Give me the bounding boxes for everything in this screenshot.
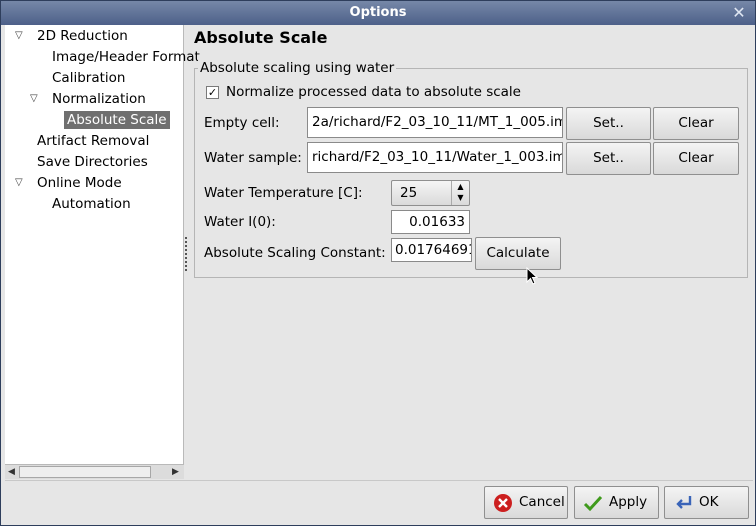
splitter-handle[interactable] [185,237,188,271]
empty-cell-label: Empty cell: [204,115,280,131]
scaling-constant-field[interactable]: 0.01764691 [391,238,472,262]
tree-item-label: Calibration [52,70,126,86]
apply-label: Apply [609,494,648,510]
expand-icon[interactable]: ▽ [30,93,42,105]
expand-icon[interactable]: ▽ [15,30,27,42]
page-title: Absolute Scale [194,28,328,47]
spin-up-icon[interactable]: ▲ [452,181,469,192]
scroll-right-icon[interactable]: ▶ [169,465,182,479]
empty-cell-clear-button[interactable]: Clear [653,107,739,140]
tree-item-automation[interactable]: Automation [52,194,131,214]
tree-item-image-header-format[interactable]: Image/Header Format [52,47,200,67]
calculate-button[interactable]: Calculate [475,237,561,270]
window-title: Options [349,5,407,20]
normalize-checkbox[interactable]: ✓ [206,86,219,99]
title-bar[interactable]: Options ✕ [1,1,755,25]
empty-cell-field[interactable]: 2a/richard/F2_03_10_11/MT_1_005.img [307,107,563,138]
water-sample-field[interactable]: richard/F2_03_10_11/Water_1_003.img [307,142,563,173]
tree-item-artifact-removal[interactable]: Artifact Removal [37,131,149,151]
tree-horizontal-scrollbar[interactable]: ◀ ▶ [5,464,184,479]
ok-label: OK [699,494,719,510]
scrollbar-thumb[interactable] [19,466,151,478]
water-temperature-spinbox[interactable]: 25 ▲ ▼ [391,180,470,206]
tree-item-label: Normalization [52,91,146,107]
water-sample-label: Water sample: [204,150,302,166]
tree-item-save-directories[interactable]: Save Directories [37,152,148,172]
spin-arrows[interactable]: ▲ ▼ [451,181,469,205]
divider [5,480,753,481]
cancel-label: Cancel [519,494,565,510]
ok-button[interactable]: OK [664,486,749,519]
group-label: Absolute scaling using water [198,60,397,76]
options-tree[interactable]: ▽ 2D Reduction Image/Header Format Calib… [5,25,200,479]
spin-down-icon[interactable]: ▼ [452,192,469,203]
tree-item-label: Absolute Scale [64,111,170,129]
normalize-label[interactable]: Normalize processed data to absolute sca… [226,84,521,100]
tree-item-label: Artifact Removal [37,133,150,149]
mouse-cursor-icon [526,267,538,285]
empty-cell-set-button[interactable]: Set.. [566,107,651,140]
water-i0-field[interactable]: 0.01633 [391,210,470,234]
scroll-left-icon[interactable]: ◀ [5,465,18,479]
scaling-constant-label: Absolute Scaling Constant: [204,245,386,261]
tree-item-label: Image/Header Format [52,49,200,65]
tree-item-label: Save Directories [37,154,148,170]
checkmark-icon [583,495,603,512]
expand-icon[interactable]: ▽ [15,177,27,189]
options-window: Options ✕ ▽ 2D Reduction Image/Header Fo… [0,0,756,526]
cancel-icon [494,494,512,512]
water-temperature-label: Water Temperature [C]: [204,185,363,201]
tree-item-label: 2D Reduction [37,28,128,44]
cancel-button[interactable]: Cancel [484,486,568,519]
tree-item-label: Online Mode [37,175,122,191]
water-i0-label: Water I(0): [204,214,276,230]
enter-arrow-icon [676,496,692,509]
apply-button[interactable]: Apply [574,486,659,519]
tree-item-label: Automation [52,196,131,212]
water-sample-set-button[interactable]: Set.. [566,142,651,175]
water-sample-clear-button[interactable]: Clear [653,142,739,175]
tree-item-absolute-scale[interactable]: Absolute Scale [64,110,170,130]
tree-item-calibration[interactable]: Calibration [52,68,125,88]
close-icon[interactable]: ✕ [729,3,749,23]
water-temperature-value: 25 [400,185,418,201]
